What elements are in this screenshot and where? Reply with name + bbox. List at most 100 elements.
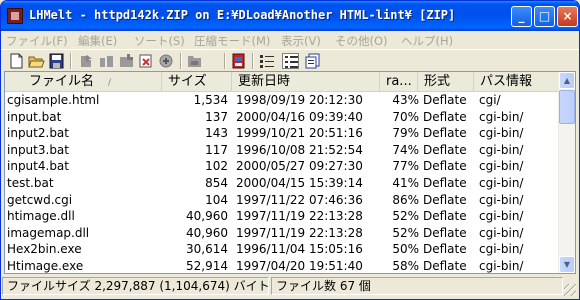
close-button[interactable]: × <box>557 6 578 27</box>
menu-edit[interactable]: 編集(E) <box>78 33 117 49</box>
cell-method: Deflate <box>423 93 467 107</box>
column-header-size[interactable]: サイズ <box>162 72 232 92</box>
detail-view-icon[interactable] <box>282 53 299 69</box>
resize-grip[interactable] <box>564 284 576 296</box>
main-window: LHMelt - httpd142k.ZIP on E:¥DLoad¥Anoth… <box>0 0 580 300</box>
cell-method: Deflate <box>423 192 467 207</box>
extract-icon[interactable] <box>78 53 95 69</box>
window-title: LHMelt - httpd142k.ZIP on E:¥DLoad¥Anoth… <box>29 8 456 22</box>
cell-size: 40,960 <box>186 209 228 224</box>
cell-path: cgi-bin/ <box>479 159 524 174</box>
cell-method: Deflate <box>423 242 467 257</box>
add-files-icon[interactable] <box>118 53 135 69</box>
table-row[interactable]: getcwd.cgi 104 1997/11/22 07:46:36 86% Defla… <box>5 192 560 209</box>
cell-name: Hex2bin.exe <box>7 242 82 257</box>
cell-path: cgi-bin/ <box>479 142 524 157</box>
minimize-button[interactable]: _ <box>511 6 532 27</box>
cell-size: 143 <box>205 126 228 141</box>
table-row[interactable]: test.bat 854 2000/04/15 15:39:14 41% Deflate… <box>5 175 560 192</box>
menu-help[interactable]: ヘルプ(H) <box>401 33 453 49</box>
cell-size: 854 <box>205 176 228 190</box>
cell-path: cgi-bin/ <box>479 242 524 257</box>
maximize-button[interactable]: □ <box>534 6 555 27</box>
list-view-icon[interactable] <box>259 53 276 69</box>
table-row[interactable]: Hex2bin.exe 30,614 1996/11/04 15:05:16 50% D… <box>5 241 560 258</box>
column-label: ファイル名 <box>29 74 95 89</box>
list-header: ファイル名 / サイズ 更新日時 ra... 形式 パス情報 <box>5 72 560 92</box>
toolbar <box>1 49 579 71</box>
cell-ratio: 52% <box>392 225 419 240</box>
cell-ratio: 43% <box>392 93 419 107</box>
cell-path: cgi/ <box>479 93 501 107</box>
table-row[interactable]: input3.bat 117 1996/10/08 21:52:54 74% Defla… <box>5 142 560 159</box>
menu-sort[interactable]: ソート(S) <box>134 33 185 49</box>
cell-ratio: 50% <box>392 242 419 257</box>
title-bar[interactable]: LHMelt - httpd142k.ZIP on E:¥DLoad¥Anoth… <box>1 1 579 31</box>
column-header-ratio[interactable]: ra... <box>380 72 418 92</box>
table-row[interactable]: htimage.dll 40,960 1997/11/19 22:13:28 52% D… <box>5 208 560 225</box>
cell-size: 104 <box>205 192 228 207</box>
table-row[interactable]: input.bat 137 2000/04/16 09:39:40 70% Deflat… <box>5 109 560 126</box>
cell-method: Deflate <box>423 176 467 190</box>
lhmelt-icon[interactable] <box>230 53 247 69</box>
file-list[interactable]: ファイル名 / サイズ 更新日時 ra... 形式 パス情報 cgisample.… <box>4 71 576 274</box>
cell-size: 40,960 <box>186 225 228 240</box>
cell-name: input.bat <box>7 109 62 124</box>
cell-date: 1998/09/19 20:12:30 <box>236 93 363 107</box>
cell-size: 52,914 <box>186 259 228 273</box>
app-icon[interactable] <box>7 8 23 24</box>
status-size: ファイルサイズ 2,297,887 (1,104,674) バイト <box>2 277 270 295</box>
table-row[interactable]: imagemap.dll 40,960 1997/11/19 22:13:28 52%… <box>5 225 560 242</box>
vertical-scrollbar[interactable]: ▲ ▼ <box>558 72 575 273</box>
menu-view[interactable]: 表示(V) <box>281 33 321 49</box>
scroll-thumb[interactable] <box>559 90 575 124</box>
new-archive-icon[interactable] <box>8 53 25 69</box>
column-header-date[interactable]: 更新日時 <box>232 72 380 92</box>
cell-ratio: 52% <box>392 209 419 224</box>
column-header-filename[interactable]: ファイル名 / <box>5 72 162 92</box>
cell-ratio: 79% <box>392 126 419 141</box>
save-icon[interactable] <box>48 53 65 69</box>
compress-icon[interactable] <box>186 53 203 69</box>
toolbar-separator <box>252 53 254 69</box>
column-header-path[interactable]: パス情報 <box>474 72 560 92</box>
cell-method: Deflate <box>423 159 467 174</box>
cell-date: 1997/04/20 19:51:40 <box>236 259 363 273</box>
column-header-method[interactable]: 形式 <box>418 72 474 92</box>
properties-icon[interactable] <box>158 53 175 69</box>
scroll-up-icon[interactable]: ▲ <box>559 72 575 89</box>
cell-ratio: 77% <box>392 159 419 174</box>
cell-date: 2000/04/16 09:39:40 <box>236 109 363 124</box>
cell-method: Deflate <box>423 209 467 224</box>
cell-method: Deflate <box>423 225 467 240</box>
toolbar-separator <box>180 53 182 69</box>
table-row[interactable]: input4.bat 102 2000/05/27 09:27:30 77% Defla… <box>5 158 560 175</box>
cell-date: 2000/04/15 15:39:14 <box>236 176 363 190</box>
table-row[interactable]: cgisample.html 1,534 1998/09/19 20:12:30 43… <box>5 92 560 109</box>
cell-size: 1,534 <box>193 93 228 107</box>
cell-ratio: 58% <box>392 259 419 273</box>
delete-icon[interactable] <box>138 53 155 69</box>
scroll-down-icon[interactable]: ▼ <box>559 256 575 273</box>
cell-path: cgi-bin/ <box>479 176 524 190</box>
cell-date: 1997/11/22 07:46:36 <box>236 192 363 207</box>
cell-name: test.bat <box>7 176 54 190</box>
open-folder-icon[interactable] <box>28 53 45 69</box>
cell-path: cgi-bin/ <box>479 126 524 141</box>
list-rows: cgisample.html 1,534 1998/09/19 20:12:30 43… <box>5 92 560 273</box>
table-row[interactable]: input2.bat 143 1999/10/21 20:51:16 79% Defla… <box>5 125 560 142</box>
cell-path: cgi-bin/ <box>479 259 524 273</box>
cell-method: Deflate <box>423 142 467 157</box>
table-row[interactable]: Htimage.exe 52,914 1997/04/20 19:51:40 58% D… <box>5 258 560 273</box>
cell-date: 1997/11/19 22:13:28 <box>236 209 363 224</box>
cell-size: 137 <box>205 109 228 124</box>
cell-date: 2000/05/27 09:27:30 <box>236 159 363 174</box>
large-icon-view-icon[interactable] <box>305 53 322 69</box>
cell-name: Htimage.exe <box>7 259 84 273</box>
toolbar-separator <box>70 53 72 69</box>
menu-other[interactable]: その他(O) <box>335 33 388 49</box>
menu-compress-mode[interactable]: 圧縮モード(M) <box>194 33 270 49</box>
menu-file[interactable]: ファイル(F) <box>6 33 68 49</box>
cell-method: Deflate <box>423 126 467 141</box>
extract-all-icon[interactable] <box>98 53 115 69</box>
